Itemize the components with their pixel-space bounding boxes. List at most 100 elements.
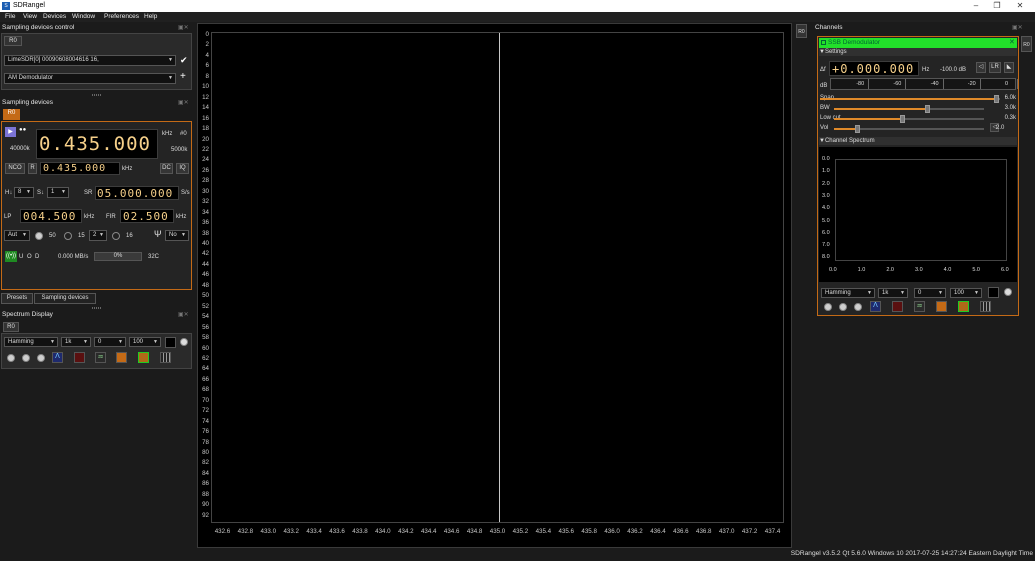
stream-rate: 0.000 MB/s	[58, 254, 89, 260]
demod-close-icon[interactable]: ✕	[1009, 38, 1015, 46]
ch-waterfall-toggle-icon[interactable]: Ʌ	[870, 301, 881, 312]
max-hold-toggle-icon[interactable]	[74, 352, 85, 363]
menu-window[interactable]: Window	[72, 13, 95, 21]
binaural-button[interactable]: LR	[989, 62, 1001, 73]
demod-title-bar[interactable]: SSB Demodulator ✕	[819, 38, 1017, 48]
slider-track[interactable]	[834, 105, 984, 113]
device-tab-r0[interactable]: R0	[4, 36, 22, 46]
reset-button[interactable]: R	[28, 163, 37, 174]
ch-dial-icon[interactable]	[854, 303, 862, 311]
menu-view[interactable]: View	[23, 13, 37, 21]
ref-level-combo[interactable]: 0 ▼	[94, 337, 126, 347]
main-spectrum-view[interactable]: 0 2 4 6 8 10 12 14 16 18 20 22 24 26 28 30 32 34 36 38 40 42 4…	[197, 23, 792, 548]
channel-combo[interactable]: AM Demodulator ▼	[4, 73, 176, 84]
ch-fft-size-combo[interactable]: 1k ▼	[878, 288, 908, 298]
sample-rate-display[interactable]: 05.000.000	[95, 186, 179, 200]
menu-preferences[interactable]: Preferences	[104, 13, 139, 21]
spectrum-y-tick-label: 56	[202, 323, 209, 331]
tab-sampling-devices[interactable]: Sampling devices	[34, 293, 96, 304]
spectrum-tab-r0[interactable]: R0	[3, 322, 19, 332]
splitter-handle[interactable]	[92, 94, 102, 96]
dock-float-icon[interactable]: ▣✕	[1012, 24, 1023, 31]
lna-dial-icon[interactable]	[64, 232, 72, 240]
spectrum-plot-area[interactable]	[211, 32, 784, 523]
window-function-combo[interactable]: Hamming ▼	[4, 337, 58, 347]
dial-icon[interactable]	[7, 354, 15, 362]
nco-button[interactable]: NCO	[5, 163, 25, 174]
right-tab-r0[interactable]: R0	[796, 24, 807, 38]
ch-color-swatch-icon[interactable]	[988, 287, 999, 298]
dial-icon[interactable]	[22, 354, 30, 362]
gain-value: 50	[49, 233, 56, 239]
delta-f-display[interactable]: +0.000.000	[829, 61, 919, 76]
ch-grid-toggle-icon[interactable]	[936, 301, 947, 312]
range-combo[interactable]: 100 ▼	[129, 337, 161, 347]
slider-handle[interactable]	[925, 105, 930, 113]
maximize-icon[interactable]: ❐	[985, 0, 1009, 12]
add-channel-icon[interactable]: +	[180, 71, 186, 82]
audio-mute-icon[interactable]: ◁	[976, 62, 986, 73]
gain-mode-combo[interactable]: Aut ▼	[4, 230, 30, 241]
ch-grid-icon[interactable]	[980, 301, 991, 312]
sampling-device-tab-r0[interactable]: R0	[3, 109, 20, 120]
fft-size-combo[interactable]: 1k ▼	[61, 337, 91, 347]
center-frequency-display[interactable]: 0.435.000	[36, 129, 158, 159]
ch-dial-icon[interactable]	[839, 303, 847, 311]
close-icon[interactable]: ✕	[1008, 0, 1032, 12]
device-combo[interactable]: LimeSDR[0] 00090608004616 16, ▼	[4, 55, 176, 66]
menu-file[interactable]: File	[5, 13, 15, 21]
channel-spectrum-plot[interactable]	[835, 159, 1007, 261]
settings-section-header[interactable]: ▼Settings	[819, 48, 1017, 56]
dock-float-icon[interactable]: ▣✕	[178, 24, 189, 31]
channel-spectrum-header[interactable]: ▼Channel Spectrum	[819, 137, 1017, 145]
grid-icon[interactable]	[160, 352, 171, 363]
invert-toggle-icon[interactable]	[138, 352, 149, 363]
ch-range-combo[interactable]: 100 ▼	[950, 288, 982, 298]
dial-icon[interactable]	[37, 354, 45, 362]
dock-float-icon[interactable]: ▣✕	[178, 311, 189, 318]
ch-dial-icon[interactable]	[824, 303, 832, 311]
fir-display[interactable]: 02.500	[120, 209, 174, 223]
antenna-combo[interactable]: No ▼	[165, 230, 189, 241]
splitter-handle[interactable]	[92, 307, 102, 309]
menu-help[interactable]: Help	[144, 13, 157, 21]
color-swatch-icon[interactable]	[165, 337, 176, 348]
histogram-toggle-icon[interactable]: ♒	[95, 352, 106, 363]
tab-presets[interactable]: Presets	[1, 293, 33, 304]
slider-handle[interactable]	[854, 125, 860, 133]
ch-spectrum-y-tick-label: 2.0	[822, 180, 830, 187]
sw-decim-combo[interactable]: 1 ▼	[47, 187, 69, 198]
waterfall-toggle-icon[interactable]: Ʌ	[52, 352, 63, 363]
menu-devices[interactable]: Devices	[43, 13, 66, 21]
ch-window-function-combo[interactable]: Hamming ▼	[821, 288, 875, 298]
slider-handle[interactable]	[994, 95, 1000, 103]
decay-dial-icon[interactable]	[180, 338, 188, 346]
ch-max-hold-toggle-icon[interactable]	[892, 301, 903, 312]
demod-check-icon[interactable]	[821, 40, 826, 45]
ch-ref-level-combo[interactable]: 0 ▼	[914, 288, 946, 298]
iq-correction-button[interactable]: IQ	[176, 163, 189, 174]
channels-side-tab-r0[interactable]: R0	[1021, 36, 1032, 52]
ch-invert-toggle-icon[interactable]	[958, 301, 969, 312]
grid-toggle-icon[interactable]	[116, 352, 127, 363]
slider-track[interactable]	[834, 125, 984, 133]
ch-histogram-toggle-icon[interactable]: ♒	[914, 301, 925, 312]
channel-spectrum-view[interactable]: 0.0 1.0 2.0 3.0 4.0 5.0 6.0 7.0 8.0 0.0 1.0 2.0 3.0 4…	[819, 147, 1017, 282]
slider-handle[interactable]	[899, 115, 905, 123]
hw-decim-combo[interactable]: 8 ▼	[14, 187, 34, 198]
gain-dial-icon[interactable]	[35, 232, 43, 240]
ch-decay-dial-icon[interactable]	[1004, 288, 1012, 296]
lowpass-display[interactable]: 004.500	[20, 209, 82, 223]
pga-dial-icon[interactable]	[112, 232, 120, 240]
center-frequency-marker[interactable]	[498, 33, 500, 522]
nco-frequency-display[interactable]: 0.435.000	[40, 162, 120, 175]
dc-correction-button[interactable]: DC	[160, 163, 173, 174]
slider-track[interactable]	[834, 115, 984, 123]
tia-combo[interactable]: 2 ▼	[89, 230, 107, 241]
slider-track[interactable]	[820, 95, 1000, 103]
dock-float-icon[interactable]: ▣✕	[178, 99, 189, 106]
record-icon[interactable]: ●●	[19, 127, 31, 137]
confirm-check-icon[interactable]: ✔	[180, 55, 188, 66]
play-icon[interactable]: ▶	[5, 127, 16, 137]
agc-icon[interactable]: ◣	[1004, 62, 1014, 73]
